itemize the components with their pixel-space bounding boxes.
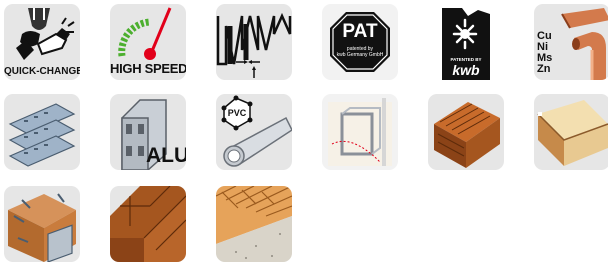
patented-by-tile: PATENTED BY kwb (428, 4, 504, 80)
metals-tile: Cu Ni Ms Zn (534, 4, 608, 80)
pvc-pipe-icon (221, 95, 292, 167)
parquet-boards-icon (110, 186, 186, 262)
nailed-joint-icon (8, 193, 76, 262)
metal-plates-icon (8, 103, 76, 167)
high-speed-label: HIGH SPEED (110, 61, 186, 76)
pvc-tile: PVC (216, 94, 292, 170)
aluminium-tile: ALU (110, 94, 186, 170)
drywall-tile (322, 94, 398, 170)
quick-change-label: QUICK-CHANGE (4, 66, 80, 77)
pat-tile: PAT patented by kwb Germany GmbH (322, 4, 398, 80)
teeth-offset-icon (216, 12, 292, 78)
pvc-label: PVC (227, 108, 247, 118)
pat-label: PAT (342, 21, 378, 42)
alu-label: ALU (146, 144, 186, 167)
high-speed-tile: HIGH SPEED (110, 4, 186, 80)
parquet-on-screed-icon (216, 186, 292, 262)
floor-screed-tile (216, 186, 292, 262)
laminate-board-icon (537, 100, 608, 166)
kwb-logo: kwb (452, 62, 480, 78)
pat-sub2: kwb Germany GmbH (336, 52, 384, 58)
metal-zn: Zn (537, 63, 551, 75)
laminate-tile (534, 94, 608, 170)
nail-plate-tile (4, 186, 80, 262)
parquet-tile (110, 186, 186, 262)
perforated-plates-tile (4, 94, 80, 170)
quick-change-tile: QUICK-CHANGE (4, 4, 80, 80)
drywall-cut-icon (328, 98, 392, 166)
blade-teeth-tile (216, 4, 292, 80)
hardwood-tile (428, 94, 504, 170)
wood-beam-icon (434, 102, 500, 168)
